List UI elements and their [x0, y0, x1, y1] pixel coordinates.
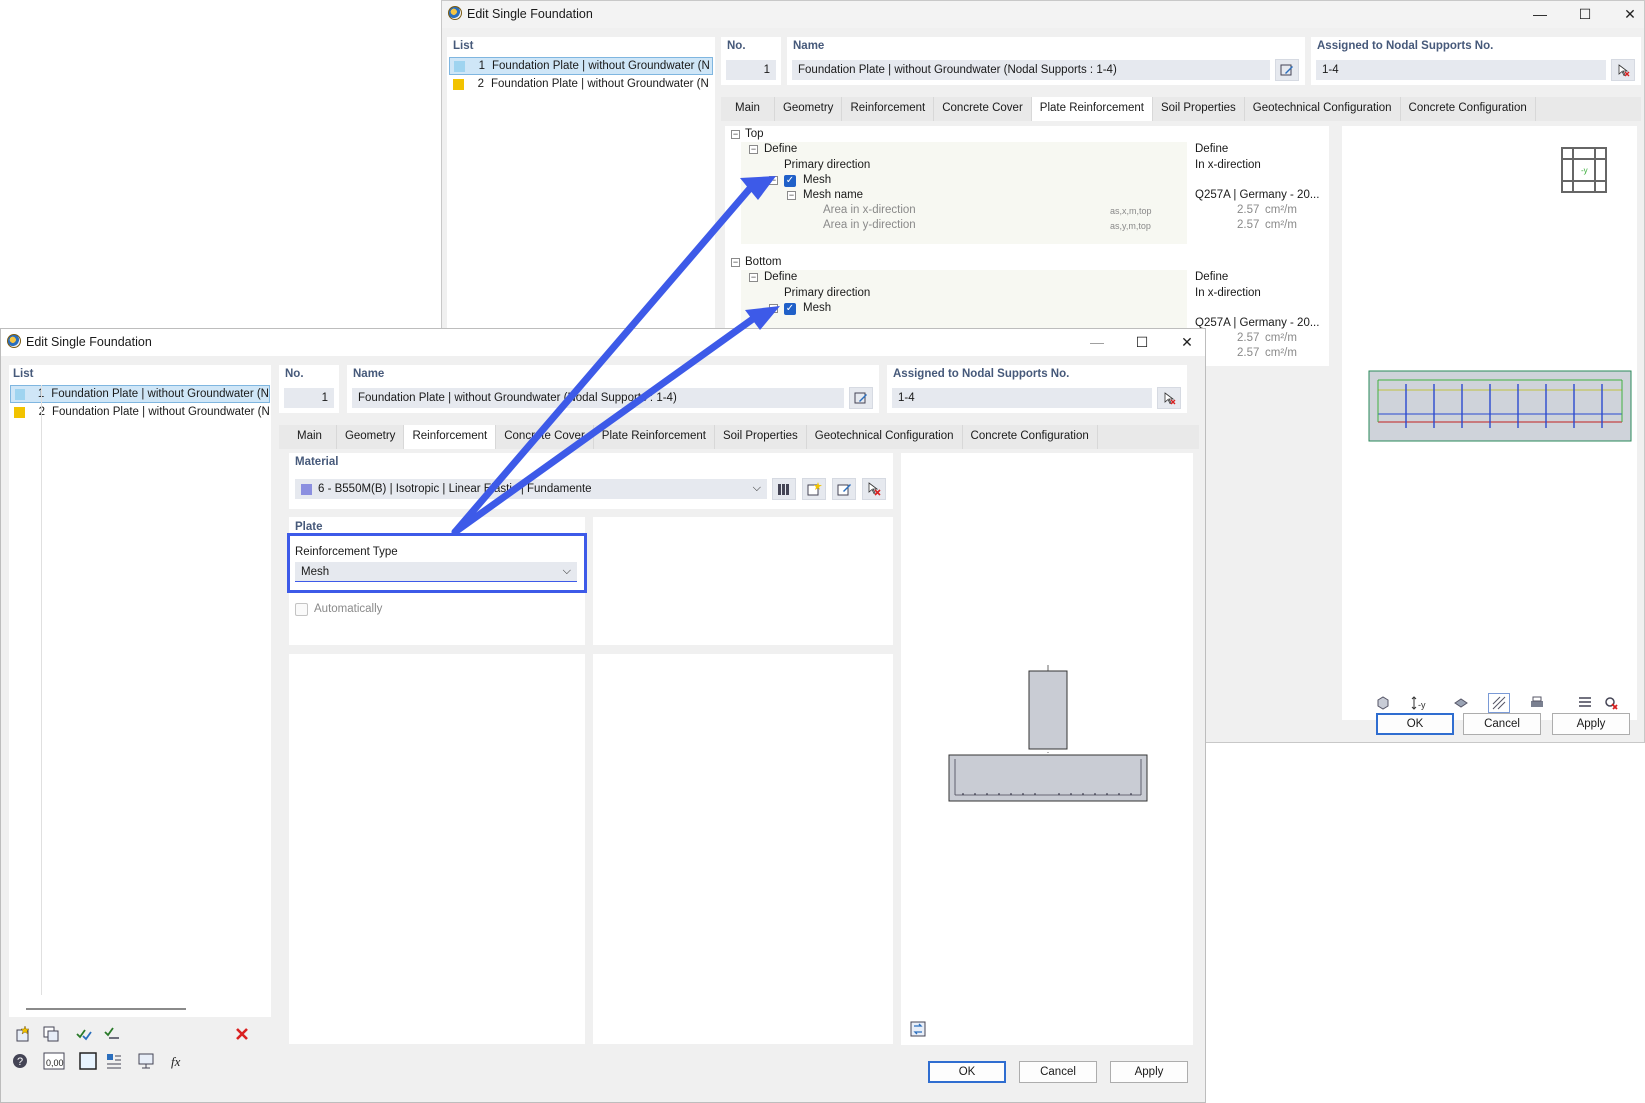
annotation-arrow-top	[451, 182, 756, 536]
annotation-arrow-bottom	[451, 312, 761, 536]
annotation-arrows	[451, 176, 780, 536]
